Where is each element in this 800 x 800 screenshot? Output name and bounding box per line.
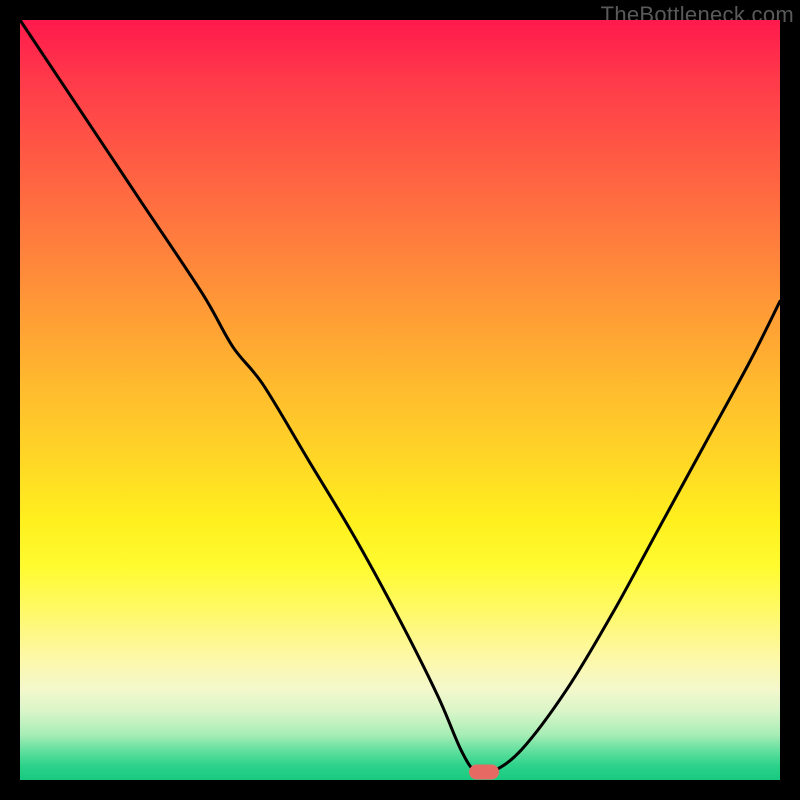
chart-frame: TheBottleneck.com [0, 0, 800, 800]
plot-area [20, 20, 780, 780]
bottleneck-curve [20, 20, 780, 780]
curve-path [20, 20, 780, 775]
optimal-point-marker [469, 765, 499, 780]
